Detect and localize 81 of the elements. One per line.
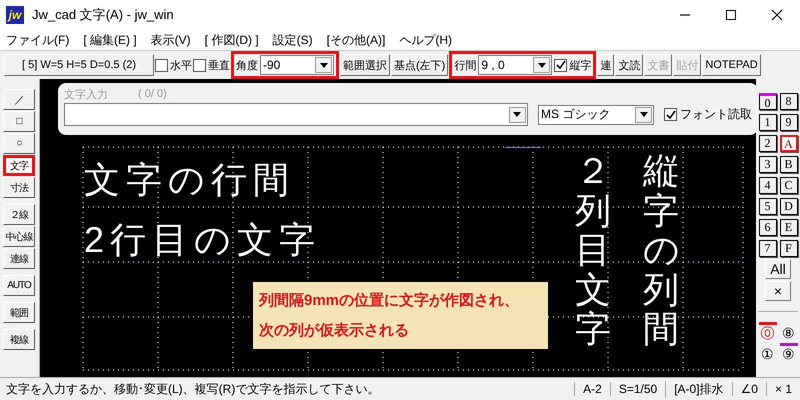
layer-toggle-button[interactable]: All	[765, 259, 791, 279]
checkbox-label: フォント読取	[680, 106, 752, 123]
layer-button[interactable]: 7	[758, 240, 776, 257]
layer-button[interactable]: 6	[758, 219, 776, 236]
toolbar-button[interactable]: 範囲選択	[340, 54, 390, 76]
window-title: Jw_cad 文字(A) - jw_win	[32, 6, 175, 24]
caret-icon[interactable]	[320, 62, 328, 68]
caret-icon[interactable]	[513, 112, 522, 117]
layer-button[interactable]: F	[780, 240, 798, 257]
tool-button[interactable]: ○	[3, 133, 35, 154]
menu-item[interactable]: [ 作図(D) ]	[204, 32, 259, 48]
checkbox[interactable]	[155, 58, 168, 72]
menu-item[interactable]: 設定(S)	[272, 32, 313, 48]
tool-button[interactable]: 範囲	[3, 302, 35, 323]
layer-button[interactable]: B	[780, 156, 798, 173]
app-logo-icon: jw	[6, 6, 24, 24]
menu-item[interactable]: ファイル(F)	[6, 32, 70, 48]
toolbar-button[interactable]: [ 5] W=5 H=5 D=0.5 (2)	[4, 54, 154, 76]
tool-button[interactable]: ／	[3, 89, 35, 110]
close-icon[interactable]	[771, 9, 783, 21]
tool-button[interactable]: ２線	[3, 204, 35, 225]
vertical-drawn-text: 縦字の列間	[643, 151, 679, 349]
checkbox-label: 垂直	[208, 58, 230, 72]
toolbar-button[interactable]: 文読	[615, 54, 644, 76]
font-combo-box[interactable]: MS ゴシック	[538, 104, 654, 124]
caret-icon[interactable]	[538, 62, 546, 68]
tool-button[interactable]: 文字	[3, 155, 35, 176]
field-label: 行間	[454, 58, 476, 72]
drawn-text: 文字の行間	[84, 158, 296, 202]
status-cell: [A-0]排水	[665, 380, 732, 398]
status-cell: ∠0	[732, 382, 766, 396]
layer-button[interactable]: 9	[780, 114, 798, 131]
maximize-icon[interactable]	[725, 9, 737, 21]
drawn-text: 2行目の文字	[84, 218, 322, 262]
layer-button[interactable]: 0	[758, 93, 776, 110]
status-cell: A-2	[574, 382, 610, 396]
vertical-drawn-text: ２列目文字	[575, 151, 611, 349]
tool-button[interactable]: 複線	[3, 329, 35, 350]
menu-item[interactable]: 表示(V)	[150, 32, 191, 48]
layer-button[interactable]: 5	[758, 198, 776, 215]
checkbox[interactable]	[554, 58, 568, 72]
text-counter: ( 0/ 0)	[138, 88, 167, 100]
status-cell: × 1	[766, 382, 800, 396]
checkbox-label: 水平	[170, 58, 192, 72]
layer-group-button[interactable]: ⓪	[758, 322, 776, 339]
status-cell: S=1/50	[610, 382, 666, 396]
text-input-field[interactable]	[64, 103, 528, 126]
combo-box[interactable]: 9 , 0	[478, 55, 552, 75]
tool-button[interactable]: AUTO	[3, 275, 35, 296]
checkbox-label: 縦字	[569, 58, 592, 72]
tool-button[interactable]: □	[3, 111, 35, 132]
toolbar-button[interactable]: NOTEPAD	[702, 54, 761, 76]
checkbox[interactable]	[664, 108, 677, 121]
tool-button[interactable]: 中心線	[3, 226, 35, 247]
layer-button[interactable]: 4	[758, 177, 776, 194]
layer-button[interactable]: A	[780, 135, 798, 152]
menu-item[interactable]: [その他(A)]	[326, 32, 386, 48]
menu-item[interactable]: [ 編集(E) ]	[83, 32, 137, 48]
status-message: 文字を入力するか、移動･変更(L)、複写(R)で文字を指示して下さい。	[6, 380, 380, 398]
toolbar-button[interactable]: 基点(左下)	[391, 54, 448, 76]
checkbox[interactable]	[193, 58, 206, 72]
menu-item[interactable]: ヘルプ(H)	[399, 32, 452, 48]
layer-button[interactable]: 8	[780, 93, 798, 110]
layer-button[interactable]: 1	[758, 114, 776, 131]
tool-button[interactable]: 連線	[3, 248, 35, 269]
field-label: 角度	[236, 58, 258, 72]
callout-text: 列間隔9mmの位置に文字が作図され、	[259, 291, 520, 311]
layer-button[interactable]: 3	[758, 156, 776, 173]
layer-button[interactable]: C	[780, 177, 798, 194]
caret-icon[interactable]	[640, 112, 648, 117]
panel-title: 文字入力	[64, 88, 108, 102]
layer-button[interactable]: D	[780, 198, 798, 215]
tool-button[interactable]: 寸法	[3, 177, 35, 198]
layer-toggle-button[interactable]: ×	[765, 281, 791, 301]
drawing-canvas[interactable]: 文字の行間 2行目の文字 ２列目文字 縦字の列間 列間隔9mmの位置に文字が作図され、 次の列が仮表示される 文字入力 ( 0/ 0) MS ゴシック フォント読取	[40, 79, 756, 377]
layer-button[interactable]: E	[780, 219, 798, 236]
callout-text: 次の列が仮表示される	[259, 321, 410, 341]
layer-button[interactable]: 2	[758, 135, 776, 152]
combo-box[interactable]: -90	[260, 55, 334, 75]
layer-group-button[interactable]: ⑨	[780, 343, 798, 360]
toolbar-button[interactable]: 連	[597, 54, 614, 76]
